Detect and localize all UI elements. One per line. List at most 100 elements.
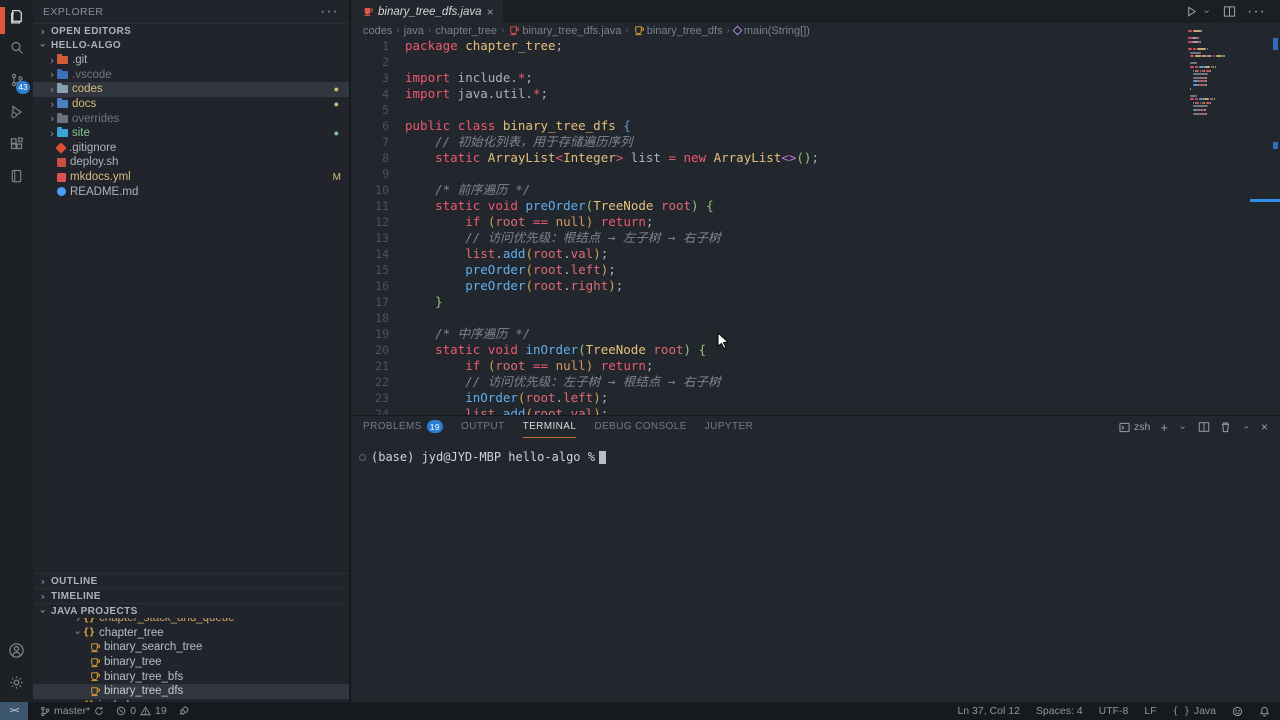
problems-count-badge: 19: [427, 420, 443, 433]
chevron-icon: ›: [73, 618, 83, 625]
tree-row-docs[interactable]: ›docs●: [33, 97, 349, 112]
kill-terminal-trash-icon[interactable]: [1220, 421, 1231, 433]
explorer-more-actions-icon[interactable]: ···: [320, 3, 339, 21]
remote-indicator[interactable]: ><: [0, 702, 28, 720]
run-debug-view-button[interactable]: [0, 96, 33, 128]
overview-ruler[interactable]: [1266, 0, 1280, 377]
git-status-badge: ●: [334, 84, 339, 94]
split-terminal-icon[interactable]: [1198, 421, 1210, 433]
more-actions-icon[interactable]: ···: [1247, 3, 1266, 21]
new-terminal-icon[interactable]: +: [1160, 420, 1168, 435]
line-number: 21: [353, 358, 389, 374]
panel-tab-debug-console[interactable]: DEBUG CONSOLE: [594, 416, 686, 438]
line-number: 7: [353, 134, 389, 150]
run-button[interactable]: [1185, 5, 1198, 18]
code-line-15: 15 preOrder(root.left);: [353, 262, 1266, 278]
minimap[interactable]: [1188, 30, 1244, 116]
explorer-icon: [8, 8, 25, 25]
panel-tab-output[interactable]: OUTPUT: [461, 416, 505, 438]
class-icon: [633, 25, 644, 36]
settings-gear-button[interactable]: [0, 666, 33, 698]
tree-row-overrides[interactable]: ›overrides: [33, 111, 349, 126]
tree-row-vscode[interactable]: ›.vscode: [33, 68, 349, 83]
item-label: chapter_stack_and_queue: [99, 618, 235, 624]
search-icon: [9, 40, 25, 56]
panel-tab-problems[interactable]: PROBLEMS19: [363, 416, 443, 438]
explorer-view-button[interactable]: [0, 0, 33, 32]
line-number: 19: [353, 326, 389, 342]
code-line-18: 18: [353, 310, 1266, 326]
java-project-item-binary_search_tree[interactable]: binary_search_tree: [33, 640, 349, 655]
chevron-right-icon: ›: [38, 590, 48, 603]
timeline-section[interactable]: › TIMELINE: [33, 588, 349, 603]
folder-icon: [57, 85, 68, 93]
indentation-status[interactable]: Spaces: 4: [1036, 705, 1083, 717]
account-button[interactable]: [0, 634, 33, 666]
terminal-profile[interactable]: zsh: [1119, 421, 1150, 433]
scm-changes-badge: 43: [16, 81, 30, 94]
java-project-item-binary_tree_bfs[interactable]: binary_tree_bfs: [33, 669, 349, 684]
breadcrumb-item[interactable]: java: [404, 25, 424, 37]
maximize-panel-icon[interactable]: ›: [1239, 422, 1252, 432]
folder-icon: [57, 56, 68, 64]
problems-status[interactable]: 0 19: [116, 705, 167, 717]
line-number: 24: [353, 406, 389, 415]
workspace-root[interactable]: › HELLO-ALGO: [33, 38, 349, 53]
panel-tab-jupyter[interactable]: JUPYTER: [705, 416, 753, 438]
timeline-label: TIMELINE: [51, 591, 101, 602]
breadcrumb-item[interactable]: binary_tree_dfs.java: [508, 25, 621, 37]
code-line-21: 21 if (root == null) return;: [353, 358, 1266, 374]
tab-binary-tree-dfs[interactable]: binary_tree_dfs.java ×: [353, 0, 503, 23]
extensions-view-button[interactable]: [0, 128, 33, 160]
open-editors-section[interactable]: › OPEN EDITORS: [33, 23, 349, 38]
terminal-profile-label: zsh: [1134, 421, 1150, 433]
line-number: 3: [353, 70, 389, 86]
run-dropdown-chevron-icon[interactable]: ›: [1201, 7, 1214, 17]
java-project-item-binary_tree_dfs[interactable]: binary_tree_dfs: [33, 684, 349, 699]
git-branch-status[interactable]: master*: [40, 705, 104, 717]
cursor-position[interactable]: Ln 37, Col 12: [957, 705, 1019, 717]
notebook-view-button[interactable]: [0, 160, 33, 192]
file-name: .gitignore: [69, 142, 116, 154]
java-project-item-chapter_stack_and_queue[interactable]: ›{}chapter_stack_and_queue: [33, 618, 349, 626]
language-status[interactable]: { } Java: [1173, 705, 1216, 717]
breadcrumb-item[interactable]: chapter_tree: [435, 25, 497, 37]
feedback-smiley-icon[interactable]: [1232, 706, 1243, 717]
close-icon[interactable]: ×: [487, 5, 494, 19]
close-panel-icon[interactable]: ×: [1261, 420, 1268, 434]
tree-row-gitignore[interactable]: ›.gitignore: [33, 141, 349, 156]
item-label: binary_tree_dfs: [104, 685, 183, 697]
breadcrumb-item[interactable]: main(String[]): [734, 25, 810, 37]
tree-row-deploysh[interactable]: ›deploy.sh: [33, 155, 349, 170]
tree-row-READMEmd[interactable]: ›README.md: [33, 184, 349, 199]
tree-row-codes[interactable]: ›codes●: [33, 82, 349, 97]
java-project-item-binary_tree[interactable]: binary_tree: [33, 655, 349, 670]
terminal-prompt: (base) jyd@JYD-MBP hello-algo %: [371, 450, 595, 464]
breadcrumb-item[interactable]: codes: [363, 25, 392, 37]
breadcrumb-item[interactable]: binary_tree_dfs: [633, 25, 723, 37]
search-view-button[interactable]: [0, 32, 33, 64]
tree-row-site[interactable]: ›site●: [33, 126, 349, 141]
outline-section[interactable]: › OUTLINE: [33, 573, 349, 588]
code-line-23: 23 inOrder(root.left);: [353, 390, 1266, 406]
encoding-status[interactable]: UTF-8: [1099, 705, 1129, 717]
code-line-9: 9: [353, 166, 1266, 182]
tree-row-mkdocsyml[interactable]: ›mkdocs.ymlM: [33, 170, 349, 185]
chevron-down-icon: ›: [37, 41, 50, 51]
item-label: chapter_tree: [99, 627, 164, 639]
java-project-item-chapter_tree[interactable]: ›{}chapter_tree: [33, 626, 349, 641]
java-ready-rocket-icon[interactable]: [179, 706, 189, 716]
terminal-dropdown-chevron-icon[interactable]: ›: [1176, 422, 1189, 432]
source-control-view-button[interactable]: 43: [0, 64, 33, 96]
notifications-bell-icon[interactable]: [1259, 706, 1270, 717]
terminal[interactable]: (base) jyd@JYD-MBP hello-algo %: [353, 438, 1280, 464]
java-projects-section[interactable]: › JAVA PROJECTS: [33, 603, 349, 618]
run-debug-icon: [9, 104, 25, 120]
eol-status[interactable]: LF: [1144, 705, 1156, 717]
line-number: 6: [353, 118, 389, 134]
code-editor[interactable]: 1package chapter_tree;23import include.*…: [353, 38, 1266, 415]
language-label: Java: [1194, 705, 1216, 717]
panel-tab-terminal[interactable]: TERMINAL: [523, 416, 577, 438]
tree-row-git[interactable]: ›.git: [33, 53, 349, 68]
split-editor-icon[interactable]: [1223, 5, 1236, 18]
